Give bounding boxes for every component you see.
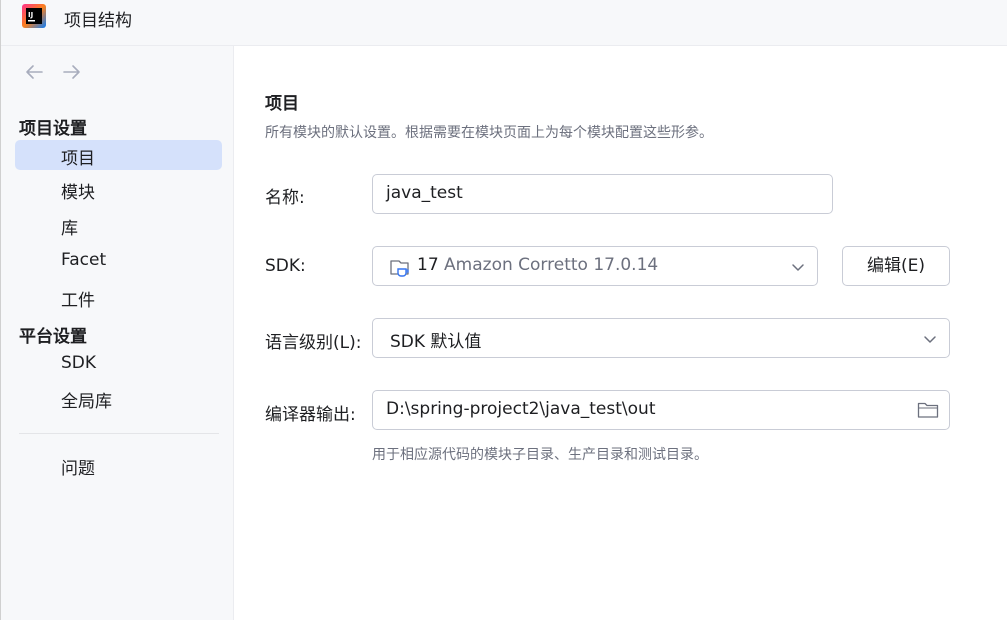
svg-text:IJ: IJ xyxy=(28,11,33,19)
name-input[interactable]: java_test xyxy=(372,174,833,214)
sidebar-item-modules[interactable]: 模块 xyxy=(15,174,222,204)
section-header-project-settings: 项目设置 xyxy=(19,119,87,139)
sidebar-item-label: Facet xyxy=(61,250,107,270)
sidebar-item-label: 模块 xyxy=(61,183,95,203)
language-level-dropdown[interactable]: SDK 默认值 xyxy=(372,318,950,358)
sidebar: 项目设置 项目 模块 库 Facet 工件 平台设置 SDK 全局库 问题 xyxy=(1,46,234,620)
compiler-output-label: 编译器输出: xyxy=(265,405,356,425)
arrow-left-icon[interactable] xyxy=(22,60,46,84)
page-description: 所有模块的默认设置。根据需要在模块页面上为每个模块配置这些形参。 xyxy=(265,125,713,141)
project-structure-window: IJ 项目结构 项目设置 项目 模块 库 Facet 工件 平台设置 SDK 全… xyxy=(0,0,1007,620)
chevron-down-icon xyxy=(924,336,936,343)
arrow-right-icon[interactable] xyxy=(60,60,84,84)
sidebar-item-label: 工件 xyxy=(61,291,95,311)
sidebar-item-project[interactable]: 项目 xyxy=(15,140,222,170)
section-header-platform-settings: 平台设置 xyxy=(19,327,87,347)
sidebar-item-label: SDK xyxy=(61,353,97,373)
sdk-name: Amazon Corretto 17.0.14 xyxy=(444,255,659,275)
sidebar-item-problems[interactable]: 问题 xyxy=(15,450,222,480)
folder-icon[interactable] xyxy=(917,401,939,419)
language-level-label: 语言级别(L): xyxy=(265,333,362,353)
compiler-output-value: D:\spring-project2\java_test\out xyxy=(386,399,656,419)
sidebar-item-global-libraries[interactable]: 全局库 xyxy=(15,383,222,413)
sidebar-divider xyxy=(19,433,219,434)
sidebar-item-libraries[interactable]: 库 xyxy=(15,210,222,240)
compiler-output-input[interactable]: D:\spring-project2\java_test\out xyxy=(372,390,950,430)
edit-sdk-button[interactable]: 编辑(E) xyxy=(842,246,950,286)
name-input-value: java_test xyxy=(386,183,463,203)
java-sdk-icon xyxy=(390,260,409,277)
title-bar: IJ 项目结构 xyxy=(1,0,1007,46)
chevron-down-icon xyxy=(792,264,804,271)
sidebar-item-label: 问题 xyxy=(61,459,95,479)
intellij-logo-icon: IJ xyxy=(22,4,46,28)
sidebar-item-sdk[interactable]: SDK xyxy=(15,349,222,379)
sdk-label: SDK: xyxy=(265,256,306,276)
language-level-value: SDK 默认值 xyxy=(390,332,482,352)
main-panel: 项目 所有模块的默认设置。根据需要在模块页面上为每个模块配置这些形参。 名称: … xyxy=(234,46,1007,620)
sidebar-item-artifacts[interactable]: 工件 xyxy=(15,282,222,312)
sdk-dropdown[interactable]: 17 Amazon Corretto 17.0.14 xyxy=(372,246,818,286)
page-title: 项目 xyxy=(265,94,299,114)
compiler-output-hint: 用于相应源代码的模块子目录、生产目录和测试目录。 xyxy=(372,447,708,463)
sidebar-item-label: 库 xyxy=(61,219,78,239)
sidebar-item-label: 全局库 xyxy=(61,392,112,412)
name-label: 名称: xyxy=(265,188,305,208)
sdk-version: 17 xyxy=(417,255,439,275)
window-title: 项目结构 xyxy=(64,11,132,31)
sdk-value: 17 Amazon Corretto 17.0.14 xyxy=(417,255,658,275)
sidebar-item-facets[interactable]: Facet xyxy=(15,246,222,276)
sidebar-item-label: 项目 xyxy=(61,149,95,169)
